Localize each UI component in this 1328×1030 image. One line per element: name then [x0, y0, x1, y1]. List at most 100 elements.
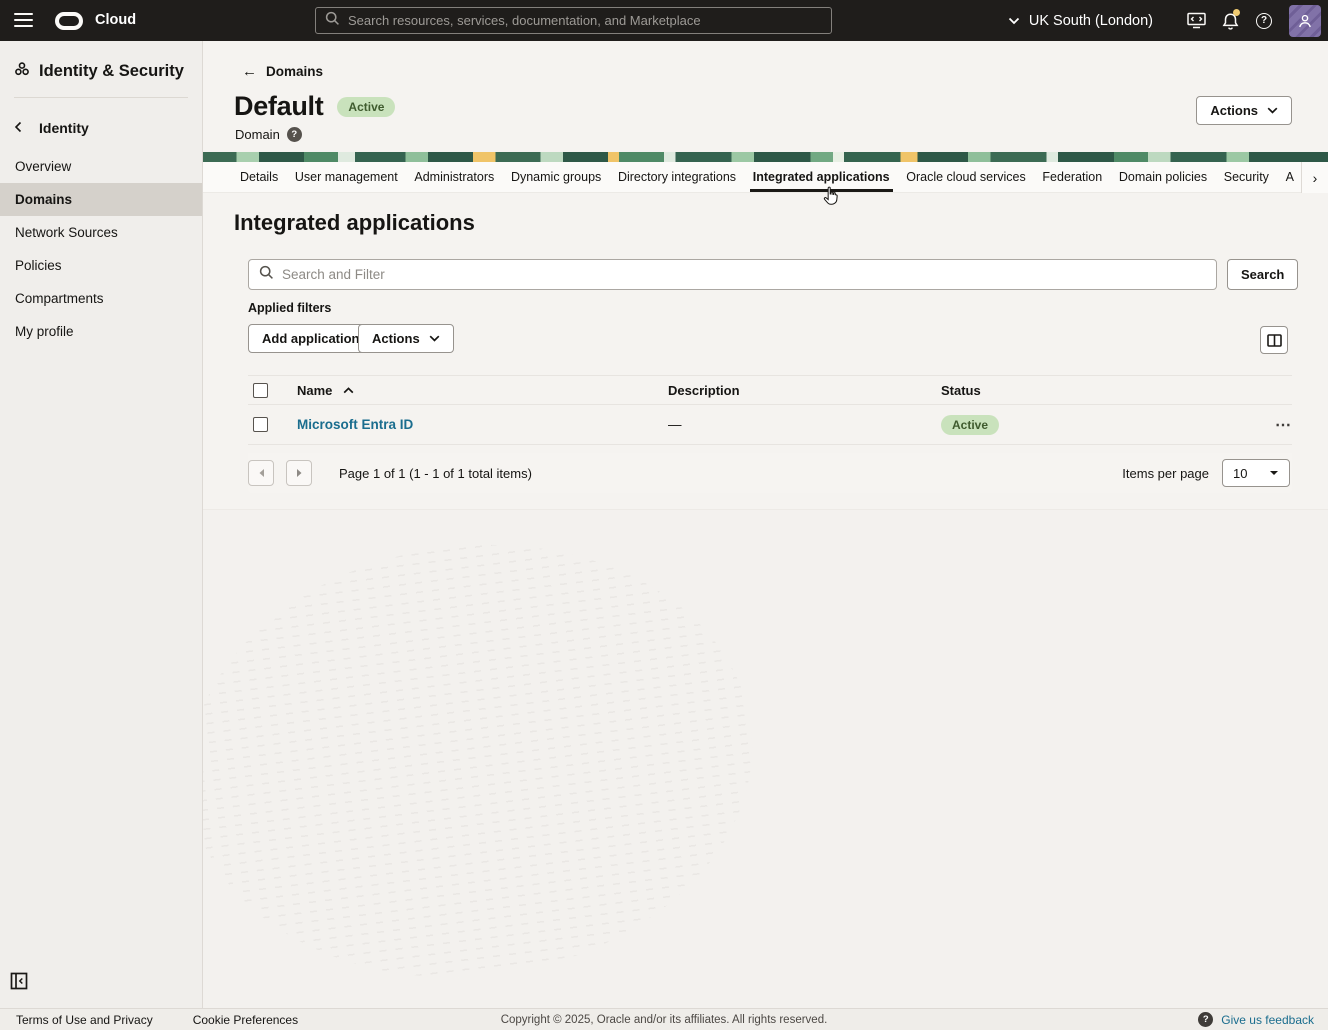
status-badge: Active	[337, 97, 395, 117]
person-icon	[1297, 13, 1313, 29]
tab-truncated[interactable]: A	[1286, 162, 1294, 192]
footer: Terms of Use and Privacy Cookie Preferen…	[0, 1008, 1328, 1030]
pagination-summary: Page 1 of 1 (1 - 1 of 1 total items)	[339, 466, 532, 481]
page-actions-button[interactable]: Actions	[1196, 96, 1292, 125]
sidebar-section-identity[interactable]: Identity	[0, 120, 202, 136]
tab-scroll-right-button[interactable]: ›	[1301, 162, 1328, 193]
table-row: Microsoft Entra ID — Active ⋯	[248, 405, 1292, 445]
domain-help-icon[interactable]: ?	[287, 127, 302, 142]
help-icon: ?	[1256, 13, 1272, 29]
chevron-left-icon	[14, 120, 22, 136]
cloud-shell-button[interactable]	[1179, 0, 1213, 41]
application-description: —	[668, 417, 941, 432]
items-per-page-value: 10	[1233, 466, 1247, 481]
sort-ascending-icon	[343, 387, 354, 394]
region-selector[interactable]: UK South (London)	[1008, 13, 1153, 29]
breadcrumb[interactable]: ← Domains	[242, 63, 323, 80]
row-overflow-menu[interactable]: ⋯	[1250, 415, 1292, 435]
content-divider	[203, 509, 1328, 510]
tab-administrators[interactable]: Administrators	[414, 162, 494, 192]
title-row: Default Active	[234, 91, 395, 122]
sidebar-item-network-sources[interactable]: Network Sources	[0, 216, 202, 249]
columns-icon	[1267, 334, 1282, 347]
manage-columns-button[interactable]	[1260, 326, 1288, 354]
tab-federation[interactable]: Federation	[1042, 162, 1102, 192]
breadcrumb-label: Domains	[266, 64, 323, 79]
sidebar-item-compartments[interactable]: Compartments	[0, 282, 202, 315]
decorative-banner	[203, 152, 1328, 162]
collapse-sidebar-icon[interactable]	[10, 972, 28, 995]
name-column-label: Name	[297, 383, 332, 398]
column-header-description[interactable]: Description	[668, 383, 941, 398]
notification-dot	[1233, 9, 1240, 16]
applied-filters-label: Applied filters	[248, 301, 331, 315]
items-per-page-group: Items per page 10	[1122, 459, 1292, 487]
table-actions-button[interactable]: Actions	[358, 324, 454, 353]
oracle-logo-icon	[55, 12, 83, 30]
chevron-down-icon	[1008, 13, 1020, 29]
tab-integrated-applications[interactable]: Integrated applications	[753, 162, 890, 192]
search-and-filter-input[interactable]	[282, 267, 1206, 282]
help-button[interactable]: ?	[1247, 0, 1281, 41]
mouse-cursor-icon	[823, 186, 838, 210]
chevron-down-icon	[1269, 470, 1279, 476]
tab-user-management[interactable]: User management	[295, 162, 398, 192]
copyright-text: Copyright © 2025, Oracle and/or its affi…	[501, 1014, 828, 1026]
select-all-checkbox[interactable]	[253, 383, 268, 398]
resource-type-label: Domain	[235, 127, 280, 142]
subtitle-row: Domain ?	[235, 127, 302, 142]
oci-console: Cloud UK South (London) ?	[0, 0, 1328, 1030]
add-application-button[interactable]: Add application	[248, 324, 374, 353]
add-application-label: Add application	[262, 331, 360, 346]
feedback-link[interactable]: Give us feedback	[1221, 1013, 1314, 1027]
tab-security[interactable]: Security	[1224, 162, 1269, 192]
global-search-input[interactable]	[348, 13, 822, 28]
next-page-button[interactable]	[286, 460, 312, 486]
section-heading: Integrated applications	[234, 210, 475, 236]
chevron-down-icon	[429, 335, 440, 342]
row-checkbox[interactable]	[253, 417, 268, 432]
previous-page-button[interactable]	[248, 460, 274, 486]
table-header-row: Name Description Status	[248, 375, 1292, 405]
notifications-button[interactable]	[1213, 0, 1247, 41]
tab-domain-policies[interactable]: Domain policies	[1119, 162, 1207, 192]
sidebar-section-label: Identity	[39, 120, 89, 136]
sidebar-item-policies[interactable]: Policies	[0, 249, 202, 282]
identity-security-icon	[14, 61, 30, 82]
search-button[interactable]: Search	[1227, 259, 1298, 290]
sidebar-item-my-profile[interactable]: My profile	[0, 315, 202, 348]
main-content: ← Domains Default Active Domain ? Action…	[203, 41, 1328, 1008]
top-navigation-bar: Cloud UK South (London) ?	[0, 0, 1328, 41]
terms-link[interactable]: Terms of Use and Privacy	[16, 1013, 153, 1027]
global-search[interactable]	[315, 7, 832, 34]
table-actions-label: Actions	[372, 331, 420, 346]
search-and-filter-field[interactable]	[248, 259, 1217, 290]
items-per-page-select[interactable]: 10	[1222, 459, 1290, 487]
sidebar-items: Overview Domains Network Sources Policie…	[0, 150, 202, 348]
sidebar-title: Identity & Security	[14, 61, 188, 82]
tab-directory-integrations[interactable]: Directory integrations	[618, 162, 736, 192]
cookie-preferences-link[interactable]: Cookie Preferences	[193, 1013, 298, 1027]
tab-oracle-cloud-services[interactable]: Oracle cloud services	[906, 162, 1026, 192]
back-arrow-icon: ←	[242, 63, 257, 80]
search-button-label: Search	[1241, 267, 1284, 282]
applications-table: Name Description Status Microsoft Entra …	[248, 375, 1292, 445]
sidebar-title-label: Identity & Security	[39, 62, 184, 81]
tab-dynamic-groups[interactable]: Dynamic groups	[511, 162, 601, 192]
sidebar-item-domains[interactable]: Domains	[0, 183, 202, 216]
profile-avatar[interactable]	[1289, 5, 1321, 37]
brand-label: Cloud	[95, 0, 136, 41]
sidebar: Identity & Security Identity Overview Do…	[0, 41, 203, 1008]
chevron-down-icon	[1267, 107, 1278, 114]
application-name-link[interactable]: Microsoft Entra ID	[297, 417, 668, 432]
hamburger-menu-icon[interactable]	[14, 13, 33, 27]
sidebar-divider	[14, 97, 188, 98]
column-header-status[interactable]: Status	[941, 383, 1250, 398]
sidebar-item-overview[interactable]: Overview	[0, 150, 202, 183]
column-header-name[interactable]: Name	[297, 383, 668, 398]
items-per-page-label: Items per page	[1122, 466, 1209, 481]
search-icon	[325, 11, 340, 31]
feedback-group: ? Give us feedback	[1198, 1012, 1314, 1027]
feedback-help-icon: ?	[1198, 1012, 1213, 1027]
tab-details[interactable]: Details	[240, 162, 278, 192]
